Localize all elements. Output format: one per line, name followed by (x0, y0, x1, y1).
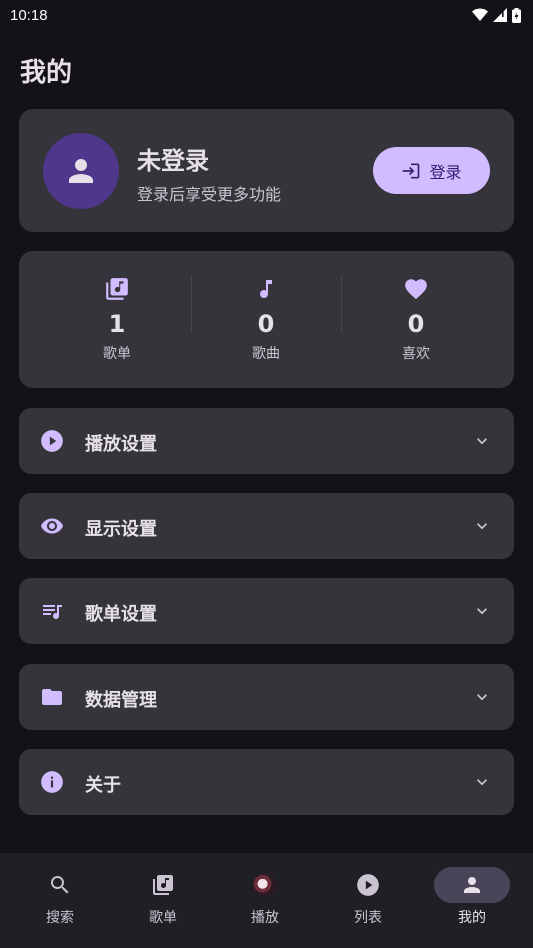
nav-item-playlists[interactable]: 歌单 (123, 867, 203, 927)
page-title: 我的 (20, 58, 73, 88)
profile-card: 未登录 登录后享受更多功能 登录 (19, 109, 514, 232)
setting-playlist[interactable]: 歌单设置 (19, 578, 514, 644)
stat-label: 歌曲 (252, 346, 280, 362)
status-time: 10:18 (10, 6, 48, 24)
play-circle-icon (357, 874, 379, 896)
eye-icon (41, 518, 63, 534)
stat-value: 1 (108, 310, 126, 338)
setting-label: 关于 (85, 775, 121, 796)
nav-label: 播放 (251, 910, 279, 926)
nav-label: 搜索 (46, 910, 74, 926)
battery-icon (512, 7, 521, 23)
stat-label: 歌单 (103, 346, 131, 362)
search-icon (51, 876, 69, 894)
nav-label: 列表 (354, 910, 382, 926)
setting-data[interactable]: 数据管理 (19, 664, 514, 730)
profile-name: 未登录 (137, 147, 209, 175)
nav-item-queue[interactable]: 列表 (328, 867, 408, 927)
signal-icon (493, 8, 507, 22)
stat-value: 0 (407, 310, 425, 338)
nav-label: 我的 (458, 910, 486, 926)
folder-icon (42, 689, 62, 705)
avatar[interactable] (43, 133, 119, 209)
setting-label: 播放设置 (85, 434, 157, 455)
setting-display[interactable]: 显示设置 (19, 493, 514, 559)
person-icon (464, 877, 480, 893)
profile-subtitle: 登录后享受更多功能 (137, 185, 282, 204)
nav-item-search[interactable]: 搜索 (20, 867, 100, 927)
stat-favorites[interactable]: 0 喜欢 (341, 275, 491, 370)
album-art (253, 873, 277, 897)
playlist-settings-icon (43, 605, 62, 619)
chevron-down-icon (477, 779, 487, 786)
playlist-icon (106, 278, 128, 300)
login-button[interactable]: 登录 (373, 147, 490, 194)
stat-songs[interactable]: 0 歌曲 (191, 275, 341, 370)
login-icon (403, 163, 420, 178)
stat-value: 0 (257, 310, 275, 338)
heart-icon (405, 279, 427, 300)
stat-label: 喜欢 (402, 346, 430, 362)
setting-label: 数据管理 (85, 690, 157, 711)
nav-item-player[interactable]: 播放 (225, 867, 305, 927)
chevron-down-icon (477, 523, 487, 530)
wifi-icon (472, 8, 488, 21)
nav-item-mine[interactable]: 我的 (432, 867, 512, 927)
stat-playlists[interactable]: 1 歌单 (42, 275, 192, 370)
login-label: 登录 (429, 162, 462, 182)
play-circle-icon (41, 430, 63, 452)
music-note-icon (260, 280, 272, 298)
info-icon (41, 771, 63, 793)
stats-card: 1 歌单 0 歌曲 0 喜欢 (19, 251, 514, 388)
bottom-nav: 搜索 歌单 播放 列表 我的 (0, 853, 533, 948)
chevron-down-icon (477, 438, 487, 445)
setting-label: 歌单设置 (85, 604, 157, 625)
status-icons (472, 7, 521, 23)
status-bar: 10:18 (0, 0, 533, 30)
chevron-down-icon (477, 694, 487, 701)
setting-playback[interactable]: 播放设置 (19, 408, 514, 474)
nav-label: 歌单 (149, 910, 177, 926)
playlist-icon (153, 875, 173, 895)
setting-about[interactable]: 关于 (19, 749, 514, 815)
chevron-down-icon (477, 608, 487, 615)
person-icon (69, 159, 93, 183)
setting-label: 显示设置 (85, 519, 157, 540)
